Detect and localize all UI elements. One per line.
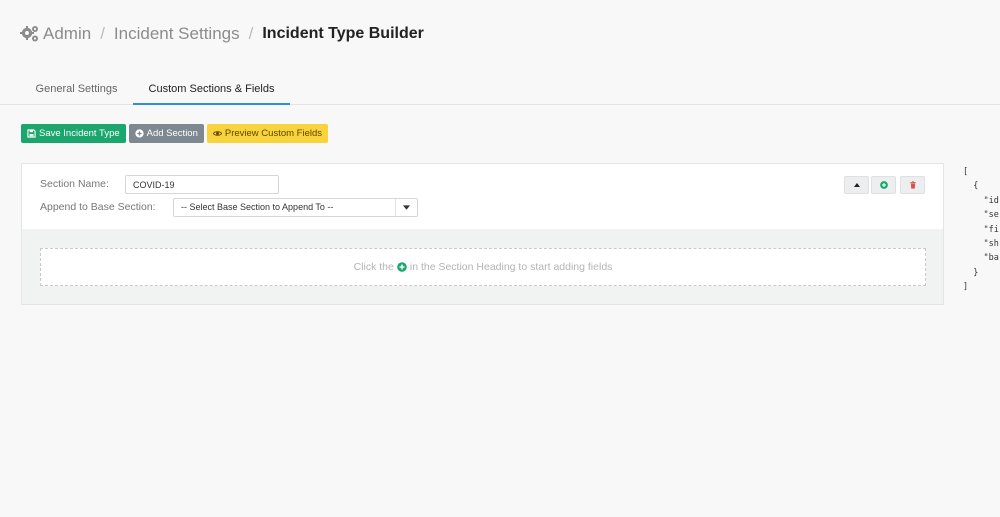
caret-up-icon: [853, 183, 860, 187]
json-preview: [ { "id "se "fi "sh "ba } ]: [963, 167, 999, 293]
add-field-button[interactable]: [871, 176, 896, 194]
breadcrumb-admin-link[interactable]: Admin: [43, 24, 91, 44]
save-incident-type-label: Save Incident Type: [39, 128, 120, 139]
toolbar: Save Incident Type Add Section Preview C…: [21, 124, 329, 143]
empty-hint-text-start: Click the: [353, 261, 394, 273]
incident-type-builder-page: Admin / Incident Settings / Incident Typ…: [0, 0, 1000, 517]
base-section-selected-value: -- Select Base Section to Append To --: [181, 202, 334, 212]
plus-circle-icon: [397, 262, 407, 272]
plus-circle-icon: [879, 181, 888, 189]
section-card: Section Name: Append to Base Section: --…: [21, 163, 944, 305]
add-section-button[interactable]: Add Section: [128, 124, 204, 143]
save-icon: [27, 129, 36, 138]
save-incident-type-button[interactable]: Save Incident Type: [21, 124, 126, 143]
section-fields-area: Click the in the Section Heading to star…: [22, 229, 943, 304]
add-section-label: Add Section: [146, 128, 198, 139]
breadcrumb: Admin / Incident Settings / Incident Typ…: [20, 22, 424, 46]
append-base-section-label: Append to Base Section:: [40, 201, 156, 213]
delete-section-button[interactable]: [900, 176, 925, 194]
trash-icon: [909, 181, 916, 189]
tab-bar: General Settings Custom Sections & Field…: [0, 76, 1000, 105]
empty-hint-text-end: in the Section Heading to start adding f…: [409, 261, 613, 273]
breadcrumb-separator: /: [248, 24, 254, 43]
eye-icon: [212, 131, 222, 136]
move-section-up-button[interactable]: [844, 176, 869, 194]
breadcrumb-incident-settings-link[interactable]: Incident Settings: [114, 24, 240, 44]
gears-icon: [20, 26, 38, 42]
base-section-select[interactable]: -- Select Base Section to Append To --: [173, 198, 418, 217]
caret-down-icon: [395, 199, 417, 216]
plus-circle-icon: [135, 129, 144, 138]
section-heading: Section Name: Append to Base Section: --…: [22, 164, 943, 230]
section-name-input[interactable]: [125, 175, 279, 194]
page-title: Incident Type Builder: [262, 25, 424, 42]
tab-general-settings[interactable]: General Settings: [20, 76, 133, 105]
empty-fields-dropzone: Click the in the Section Heading to star…: [40, 248, 926, 286]
section-name-label: Section Name:: [40, 178, 109, 190]
breadcrumb-separator: /: [100, 24, 105, 43]
tab-custom-sections-fields[interactable]: Custom Sections & Fields: [133, 76, 290, 105]
preview-custom-fields-button[interactable]: Preview Custom Fields: [206, 124, 329, 143]
preview-custom-fields-label: Preview Custom Fields: [224, 128, 323, 139]
